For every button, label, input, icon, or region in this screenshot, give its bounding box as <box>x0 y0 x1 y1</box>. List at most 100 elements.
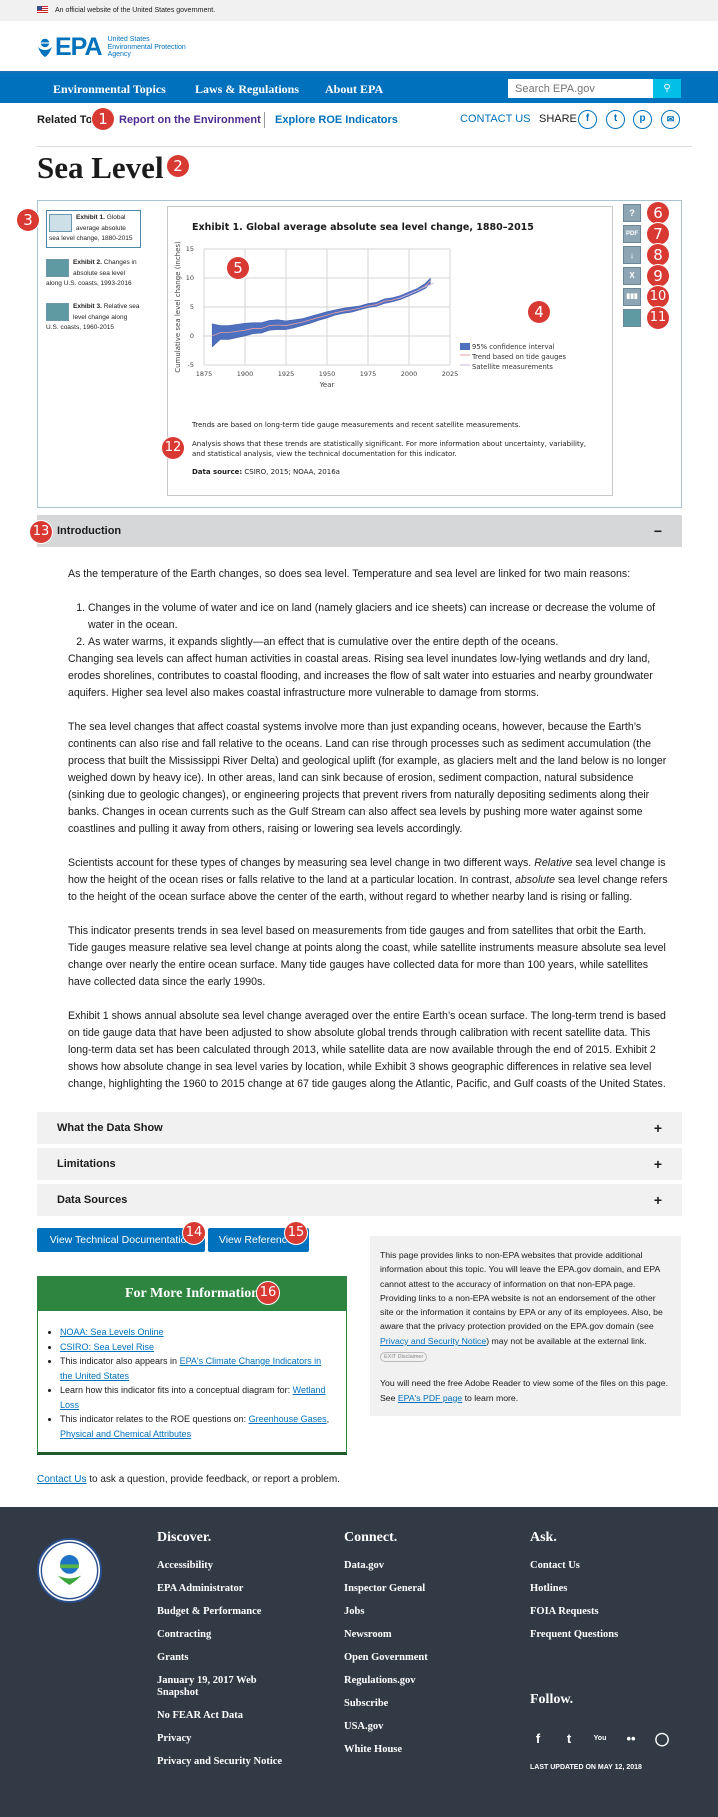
accordion-introduction[interactable]: Introduction − <box>37 515 682 547</box>
x-tick-label: 1950 <box>319 370 336 378</box>
chart-data-source: Data source: CSIRO, 2015; NOAA, 2016a <box>192 468 340 476</box>
chart-note-trend: Trends are based on long-term tide gauge… <box>192 421 521 429</box>
footer-link[interactable]: EPA Administrator <box>157 1583 282 1595</box>
contact-us-link[interactable]: Contact Us <box>37 1474 86 1485</box>
footer-link[interactable]: FOIA Requests <box>530 1606 618 1618</box>
footer-heading: Follow. <box>530 1692 574 1707</box>
x-tick-label: 1875 <box>196 370 213 378</box>
chart-container: Exhibit 1. Global average absolute sea l… <box>167 206 613 496</box>
exhibit-thumb-1[interactable]: Exhibit 1. Global average absolute sea l… <box>46 210 141 248</box>
footer-link[interactable]: White House <box>344 1744 428 1756</box>
footer-link[interactable]: Subscribe <box>344 1698 428 1710</box>
link-report-on-environment[interactable]: Report on the Environment <box>119 114 261 126</box>
x-tick-label: 2025 <box>442 370 459 378</box>
footer-link[interactable]: Data.gov <box>344 1560 428 1572</box>
intro-paragraph: Exhibit 1 shows annual absolute sea leve… <box>68 1010 666 1090</box>
footer-link[interactable]: Grants <box>157 1652 282 1664</box>
satellite-measurements-line <box>397 282 434 300</box>
footer-link[interactable]: Privacy <box>157 1733 282 1745</box>
agency-name: United States Environmental Protection A… <box>107 36 186 59</box>
footer-heading: Connect. <box>344 1530 398 1545</box>
email-icon[interactable]: ✉ <box>661 110 680 129</box>
twitter-icon[interactable]: t <box>606 110 625 129</box>
map-icon[interactable] <box>623 309 641 327</box>
accordion-limitations[interactable]: Limitations + <box>37 1148 682 1180</box>
footer-link[interactable]: Newsroom <box>344 1629 428 1641</box>
footer-link[interactable]: Inspector General <box>344 1583 428 1595</box>
instagram-icon[interactable]: ◯ <box>654 1731 670 1747</box>
nav-environmental-topics[interactable]: Environmental Topics <box>53 82 166 97</box>
twitter-icon[interactable]: t <box>561 1731 577 1747</box>
pinterest-icon[interactable]: p <box>633 110 652 129</box>
annotation-badge: 4 <box>528 301 550 323</box>
pdf-icon[interactable]: PDF <box>623 225 641 243</box>
contact-line: Contact Us to ask a question, provide fe… <box>37 1474 340 1485</box>
us-map-icon <box>46 303 69 321</box>
site-header: EPA United States Environmental Protecti… <box>0 21 718 71</box>
nav-about-epa[interactable]: About EPA <box>325 82 383 97</box>
flickr-icon[interactable]: •• <box>623 1731 639 1747</box>
exhibit-thumb-2[interactable]: Exhibit 2. Changes in absolute sea level… <box>46 258 141 290</box>
link-noaa-sea-levels[interactable]: NOAA: Sea Levels Online <box>60 1327 164 1337</box>
facebook-icon[interactable]: f <box>530 1731 546 1747</box>
view-technical-documentation-button[interactable]: View Technical Documentation <box>37 1228 205 1252</box>
chart-data-icon[interactable]: ▮▮▮ <box>623 288 641 306</box>
annotation-badge: 15 <box>285 1222 307 1244</box>
share-label: SHARE <box>539 113 577 125</box>
accordion-what-the-data-show[interactable]: What the Data Show + <box>37 1112 682 1144</box>
us-flag-icon <box>37 6 48 14</box>
youtube-icon[interactable]: You <box>592 1731 608 1747</box>
footer-discover: Discover. Accessibility EPA Administrato… <box>157 1530 282 1779</box>
y-tick-label: 10 <box>186 274 194 282</box>
y-tick-label: -5 <box>188 361 194 369</box>
intro-reasons-list: Changes in the volume of water and ice o… <box>68 600 668 651</box>
link-greenhouse-gases[interactable]: Greenhouse Gases <box>249 1414 327 1424</box>
footer-link[interactable]: Privacy and Security Notice <box>157 1756 282 1768</box>
contact-us-link[interactable]: CONTACT US <box>460 113 531 125</box>
download-icon[interactable]: ↓ <box>623 246 641 264</box>
search-input[interactable] <box>508 79 653 98</box>
help-icon[interactable]: ? <box>623 204 641 222</box>
excel-icon[interactable]: X <box>623 267 641 285</box>
exit-disclaimer-badge[interactable]: EXIT Disclaimer <box>380 1352 428 1363</box>
nav-laws-regulations[interactable]: Laws & Regulations <box>195 82 299 97</box>
divider <box>37 146 692 147</box>
footer-link[interactable]: USA.gov <box>344 1721 428 1733</box>
link-csiro-sea-level-rise[interactable]: CSIRO: Sea Level Rise <box>60 1342 154 1352</box>
gov-banner: An official website of the United States… <box>0 0 718 21</box>
annotation-badge: 1 <box>92 108 114 130</box>
related-topics-label: Related Top <box>37 114 100 126</box>
footer-link[interactable]: January 19, 2017 Web Snapshot <box>157 1675 277 1699</box>
x-axis-label: Year <box>319 381 335 389</box>
link-epa-pdf-page[interactable]: EPA's PDF page <box>398 1393 462 1403</box>
footer-link[interactable]: Open Government <box>344 1652 428 1664</box>
intro-content: As the temperature of the Earth changes,… <box>68 566 668 1093</box>
accordion-data-sources[interactable]: Data Sources + <box>37 1184 682 1216</box>
expand-icon: + <box>653 1120 662 1136</box>
footer-link[interactable]: Budget & Performance <box>157 1606 282 1618</box>
list-item: As water warms, it expands slightly—an e… <box>88 634 668 651</box>
facebook-icon[interactable]: f <box>578 110 597 129</box>
more-information-box: For More Information NOAA: Sea Levels On… <box>37 1276 347 1455</box>
exhibit-thumb-3[interactable]: Exhibit 3. Relative sea level change alo… <box>46 302 141 334</box>
external-link-disclaimer: This page provides links to non-EPA webs… <box>370 1236 681 1416</box>
site-footer: Discover. Accessibility EPA Administrato… <box>0 1507 718 1817</box>
annotation-badge: 13 <box>30 521 52 543</box>
footer-link[interactable]: Jobs <box>344 1606 428 1618</box>
footer-heading: Discover. <box>157 1530 212 1545</box>
epa-logo[interactable]: EPA United States Environmental Protecti… <box>37 33 186 62</box>
link-physical-chemical-attributes[interactable]: Physical and Chemical Attributes <box>60 1429 191 1439</box>
footer-link[interactable]: Regulations.gov <box>344 1675 428 1687</box>
expand-icon: + <box>653 1156 662 1172</box>
footer-link[interactable]: Contracting <box>157 1629 282 1641</box>
footer-link[interactable]: Hotlines <box>530 1583 618 1595</box>
search-button[interactable]: ⚲ <box>653 79 681 98</box>
footer-link[interactable]: Frequent Questions <box>530 1629 618 1641</box>
footer-link[interactable]: Accessibility <box>157 1560 282 1572</box>
footer-link[interactable]: No FEAR Act Data <box>157 1710 282 1722</box>
chart-note-analysis: Analysis shows that these trends are sta… <box>192 440 587 458</box>
link-explore-roe-indicators[interactable]: Explore ROE Indicators <box>275 114 398 126</box>
footer-link[interactable]: Contact Us <box>530 1560 618 1572</box>
link-privacy-security-notice[interactable]: Privacy and Security Notice <box>380 1336 486 1346</box>
footer-follow: Follow. <box>530 1692 573 1722</box>
